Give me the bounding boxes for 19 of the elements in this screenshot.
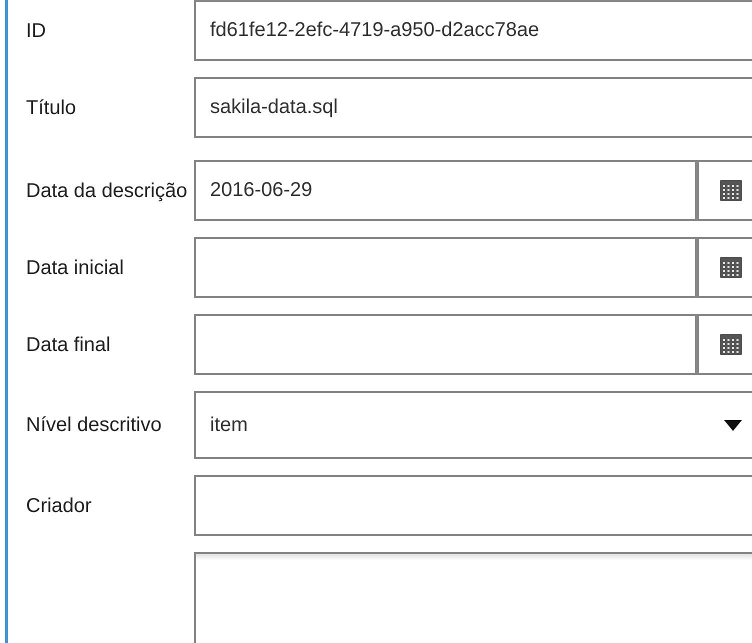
caret-icon <box>724 420 742 430</box>
date-field[interactable]: 2016-06-29 <box>194 160 752 221</box>
calendar-icon <box>720 334 742 355</box>
text-field[interactable]: sakila-data.sql <box>194 77 752 138</box>
date-field[interactable] <box>194 314 752 375</box>
field-label: ID <box>26 18 47 44</box>
text-field[interactable] <box>194 475 752 536</box>
text-area[interactable] <box>194 552 752 643</box>
field-label: Título <box>26 96 78 120</box>
calendar-icon <box>720 257 742 278</box>
text-field[interactable]: fd61fe12-2efc-4719-a950-d2acc78ae <box>194 0 752 61</box>
field-label: Criador <box>26 494 93 518</box>
field-label: Nível descritivo <box>26 413 163 438</box>
field-label: Data inicial <box>26 256 125 280</box>
select-field[interactable]: item <box>194 391 752 459</box>
date-field[interactable] <box>194 237 752 298</box>
calendar-icon <box>720 180 742 201</box>
field-label: Data final <box>26 332 112 358</box>
field-label: Data da descrição <box>26 178 188 204</box>
